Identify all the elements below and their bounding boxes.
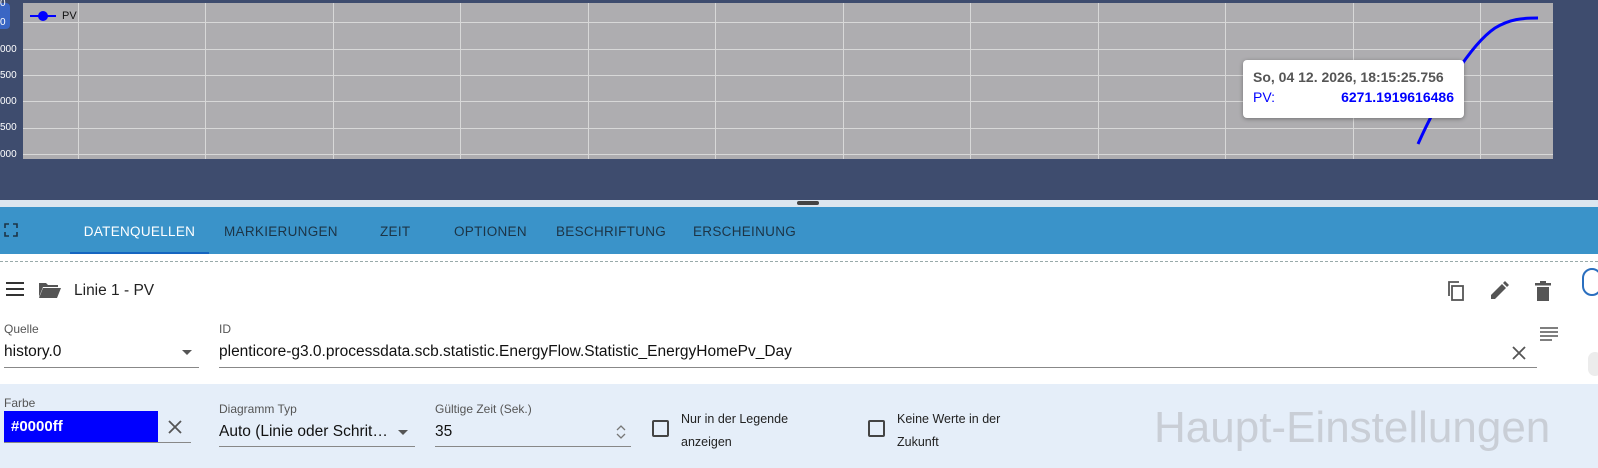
tooltip-title: So, 04 12. 2026, 18:15:25.756 [1253, 69, 1444, 85]
stepper-icon[interactable] [616, 424, 626, 440]
menu-icon[interactable] [6, 282, 24, 296]
tooltip-series: PV: [1253, 89, 1276, 105]
chevron-down-icon[interactable] [182, 350, 192, 355]
valid-time-input[interactable]: 35 [435, 423, 452, 441]
tab-beschriftung[interactable]: BESCHRIFTUNG [556, 207, 666, 254]
splitter-grip[interactable] [797, 201, 819, 205]
no-future-label-line2: Zukunft [897, 435, 939, 449]
scroll-handle[interactable] [1588, 352, 1598, 376]
id-input[interactable]: plenticore-g3.0.processdata.scb.statisti… [219, 343, 792, 361]
chart-type-label: Diagramm Typ [219, 402, 297, 416]
color-label: Farbe [4, 396, 36, 410]
valid-time-label: Gültige Zeit (Sek.) [435, 402, 532, 416]
folder-open-icon[interactable] [38, 281, 62, 299]
copy-icon[interactable] [1445, 280, 1467, 302]
line-header: Linie 1 - PV [0, 270, 1598, 310]
edit-icon[interactable] [1488, 280, 1510, 302]
legend-only-checkbox[interactable] [652, 420, 669, 437]
main-settings-panel: Haupt-Einstellungen Farbe #0000ff Diagra… [0, 384, 1598, 468]
no-future-checkbox[interactable] [868, 420, 885, 437]
tab-markierungen[interactable]: MARKIERUNGEN [224, 207, 338, 254]
side-toggle-button[interactable] [1582, 268, 1598, 296]
legend-only-label-line2: anzeigen [681, 435, 732, 449]
chevron-down-icon[interactable] [398, 430, 408, 435]
clear-icon[interactable] [1511, 345, 1527, 361]
tab-zeit[interactable]: ZEIT [380, 207, 410, 254]
chart-tooltip: So, 04 12. 2026, 18:15:25.756 PV: 6271.1… [1243, 60, 1464, 118]
tab-datenquellen[interactable]: DATENQUELLEN [70, 207, 209, 254]
list-icon[interactable] [1540, 327, 1558, 341]
chart-area: 0 0 000 500 000 500 000 PV So, 04 12. 20… [0, 0, 1598, 200]
source-label: Quelle [4, 322, 39, 336]
source-select[interactable]: history.0 [4, 343, 61, 361]
color-input[interactable]: #0000ff [4, 411, 158, 442]
tooltip-value: 6271.1919616486 [1341, 89, 1454, 105]
section-watermark: Haupt-Einstellungen [1154, 403, 1551, 452]
tab-optionen[interactable]: OPTIONEN [454, 207, 527, 254]
line-title: Linie 1 - PV [74, 282, 155, 299]
legend-only-label-line1: Nur in der Legende [681, 412, 789, 426]
id-label: ID [219, 322, 231, 336]
no-future-label-line1: Keine Werte in der [897, 412, 1001, 426]
chart-type-select[interactable]: Auto (Linie oder Schrit… [219, 423, 388, 441]
delete-icon[interactable] [1532, 280, 1554, 302]
tab-erscheinung[interactable]: ERSCHEINUNG [693, 207, 796, 254]
divider [0, 261, 1598, 262]
tab-bar: DATENQUELLEN MARKIERUNGEN ZEIT OPTIONEN … [0, 207, 1598, 254]
fullscreen-icon[interactable] [4, 223, 18, 237]
clear-color-icon[interactable] [167, 419, 183, 435]
